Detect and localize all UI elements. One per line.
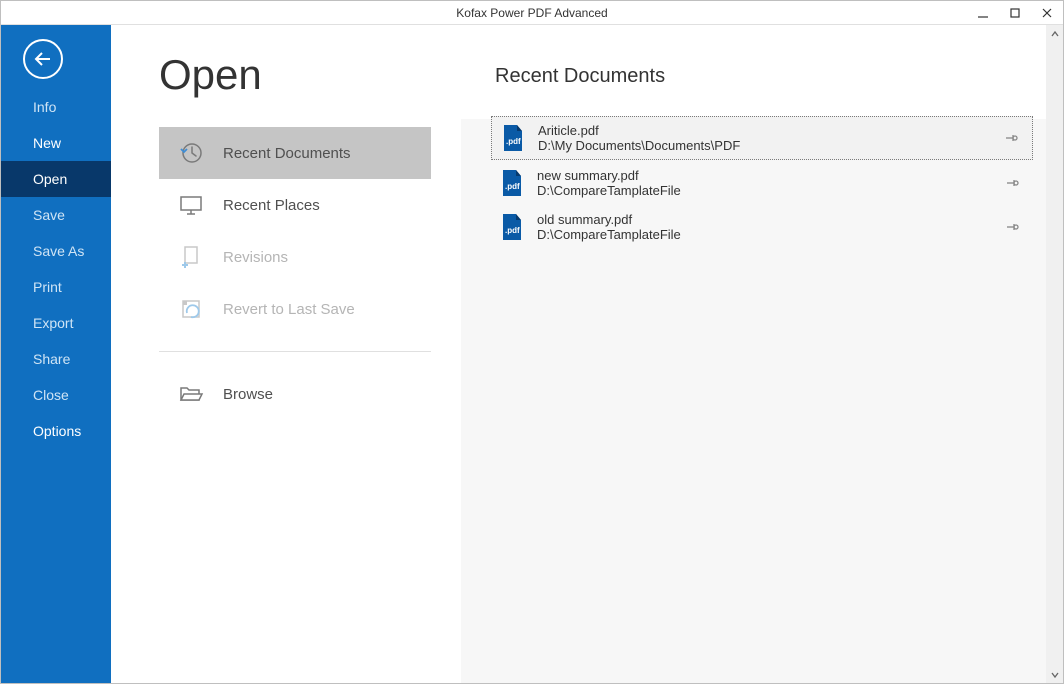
- title-bar: Kofax Power PDF Advanced: [1, 1, 1063, 25]
- pin-icon[interactable]: [1003, 218, 1021, 236]
- option-revisions: Revisions: [159, 231, 431, 283]
- file-name: new summary.pdf: [537, 168, 991, 183]
- content: Open Recent Documents Recent Places: [111, 25, 1063, 683]
- option-label: Recent Places: [223, 197, 320, 214]
- option-label: Browse: [223, 386, 273, 403]
- separator: [159, 351, 431, 352]
- recent-documents-panel: Recent Documents .pdf Ariticle.pdf D:\My…: [461, 25, 1063, 683]
- option-recent-places[interactable]: Recent Places: [159, 179, 431, 231]
- sidebar-item-share[interactable]: Share: [1, 341, 111, 377]
- svg-text:.pdf: .pdf: [505, 182, 520, 191]
- pdf-file-icon: .pdf: [500, 123, 526, 153]
- sidebar-item-save[interactable]: Save: [1, 197, 111, 233]
- sidebar-item-close[interactable]: Close: [1, 377, 111, 413]
- sidebar-item-info[interactable]: Info: [1, 89, 111, 125]
- window-controls: [967, 1, 1063, 25]
- page-title: Open: [159, 51, 461, 99]
- back-arrow-icon: [32, 48, 54, 70]
- file-path: D:\CompareTamplateFile: [537, 183, 991, 198]
- revision-icon: [177, 243, 205, 271]
- minimize-button[interactable]: [967, 1, 999, 25]
- window-title: Kofax Power PDF Advanced: [1, 6, 1063, 20]
- sidebar-item-print[interactable]: Print: [1, 269, 111, 305]
- option-revert: Revert to Last Save: [159, 283, 431, 335]
- close-button[interactable]: [1031, 1, 1063, 25]
- scrollbar[interactable]: [1046, 25, 1063, 683]
- pin-icon[interactable]: [1003, 174, 1021, 192]
- revert-icon: [177, 295, 205, 323]
- monitor-icon: [177, 191, 205, 219]
- option-recent-documents[interactable]: Recent Documents: [159, 127, 431, 179]
- maximize-button[interactable]: [999, 1, 1031, 25]
- pdf-file-icon: .pdf: [499, 168, 525, 198]
- back-button[interactable]: [23, 39, 63, 79]
- svg-text:.pdf: .pdf: [505, 226, 520, 235]
- file-path: D:\My Documents\Documents\PDF: [538, 138, 990, 153]
- recent-file-item[interactable]: .pdf new summary.pdf D:\CompareTamplateF…: [491, 162, 1033, 204]
- open-options-panel: Open Recent Documents Recent Places: [111, 25, 461, 683]
- file-name: Ariticle.pdf: [538, 123, 990, 138]
- scroll-down-icon[interactable]: [1046, 666, 1063, 683]
- svg-text:.pdf: .pdf: [506, 137, 521, 146]
- sidebar-item-new[interactable]: New: [1, 125, 111, 161]
- file-name: old summary.pdf: [537, 212, 991, 227]
- option-browse[interactable]: Browse: [159, 368, 431, 420]
- recent-file-item[interactable]: .pdf Ariticle.pdf D:\My Documents\Docume…: [491, 116, 1033, 160]
- scroll-up-icon[interactable]: [1046, 25, 1063, 42]
- pdf-file-icon: .pdf: [499, 212, 525, 242]
- pin-icon[interactable]: [1002, 129, 1020, 147]
- recent-file-item[interactable]: .pdf old summary.pdf D:\CompareTamplateF…: [491, 206, 1033, 248]
- recent-icon: [177, 139, 205, 167]
- sidebar-item-export[interactable]: Export: [1, 305, 111, 341]
- sidebar: Info New Open Save Save As Print Export …: [1, 25, 111, 683]
- option-label: Revisions: [223, 249, 288, 266]
- option-label: Revert to Last Save: [223, 301, 355, 318]
- sidebar-item-save-as[interactable]: Save As: [1, 233, 111, 269]
- file-path: D:\CompareTamplateFile: [537, 227, 991, 242]
- recent-documents-heading: Recent Documents: [495, 65, 1033, 88]
- folder-open-icon: [177, 380, 205, 408]
- sidebar-item-open[interactable]: Open: [1, 161, 111, 197]
- option-label: Recent Documents: [223, 145, 351, 162]
- sidebar-item-options[interactable]: Options: [1, 413, 111, 449]
